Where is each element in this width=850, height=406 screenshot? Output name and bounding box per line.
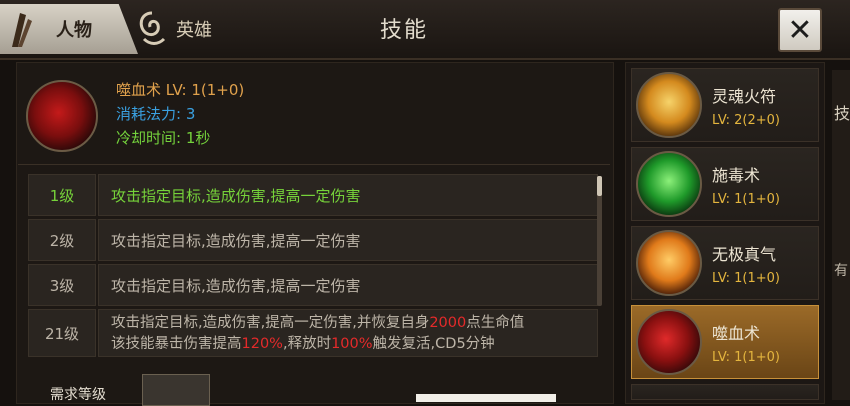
close-icon: ✕	[787, 12, 813, 48]
blood-drain-icon	[636, 309, 702, 375]
brush-icon	[12, 13, 32, 47]
tab-hero[interactable]: 英雄	[134, 6, 212, 52]
side-edge-char: 有	[834, 263, 848, 279]
blood-drain-icon	[26, 80, 98, 152]
tab-people-label: 人物	[56, 20, 92, 41]
skill-slot-level: LV: 1(1+0)	[712, 350, 781, 365]
level-desc-line1: 攻击指定目标,造成伤害,提高一定伤害,并恢复自身2000点生命值	[111, 315, 525, 331]
level-desc: 攻击指定目标,造成伤害,提高一定伤害,并恢复自身2000点生命值 该技能暴击伤害…	[98, 309, 598, 357]
skill-slot[interactable]: 无极真气 LV: 1(1+0)	[631, 226, 819, 300]
poison-icon	[636, 151, 702, 217]
side-edge-char: 技	[834, 104, 850, 123]
skill-slot-level: LV: 1(1+0)	[712, 271, 781, 286]
skill-slot[interactable]	[631, 384, 819, 400]
level-list[interactable]: 1级 攻击指定目标,造成伤害,提高一定伤害 2级 攻击指定目标,造成伤害,提高一…	[28, 174, 598, 360]
tab-hero-label: 英雄	[176, 20, 212, 41]
skill-slot-name: 施毒术	[712, 166, 761, 185]
level-desc: 攻击指定目标,造成伤害,提高一定伤害	[98, 264, 598, 306]
level-row: 3级 攻击指定目标,造成伤害,提高一定伤害	[28, 264, 598, 306]
scrollbar-thumb[interactable]	[597, 176, 602, 196]
requirement-item-icon	[142, 374, 210, 406]
requirement-bar	[416, 394, 556, 402]
level-desc-line2: 该技能暴击伤害提高120%,释放时100%触发复活,CD5分钟	[111, 336, 495, 352]
side-edge: 技 有	[832, 70, 850, 400]
level-row: 1级 攻击指定目标,造成伤害,提高一定伤害	[28, 174, 598, 216]
tab-people[interactable]: 人物	[0, 4, 138, 54]
level-row: 2级 攻击指定目标,造成伤害,提高一定伤害	[28, 219, 598, 261]
level-desc: 攻击指定目标,造成伤害,提高一定伤害	[98, 174, 598, 216]
requirement-label: 需求等级	[50, 387, 106, 403]
page-title: 技能	[380, 18, 429, 43]
level-label: 3级	[28, 264, 96, 306]
taiji-energy-icon	[636, 230, 702, 296]
level-label: 2级	[28, 219, 96, 261]
level-label: 1级	[28, 174, 96, 216]
skill-slot-name: 无极真气	[712, 245, 777, 264]
skill-slot-level: LV: 2(2+0)	[712, 113, 781, 128]
fire-talisman-icon	[636, 72, 702, 138]
skill-slot[interactable]: 噬血术 LV: 1(1+0)	[631, 305, 819, 379]
skill-slot-name: 灵魂火符	[712, 87, 777, 106]
level-desc: 攻击指定目标,造成伤害,提高一定伤害	[98, 219, 598, 261]
level-row: 21级 攻击指定目标,造成伤害,提高一定伤害,并恢复自身2000点生命值 该技能…	[28, 309, 598, 357]
close-button[interactable]: ✕	[778, 8, 822, 52]
skill-mana-cost: 消耗法力: 3	[116, 105, 196, 123]
skill-slot-name: 噬血术	[712, 324, 761, 343]
skill-slot[interactable]: 灵魂火符 LV: 2(2+0)	[631, 68, 819, 142]
divider	[18, 164, 610, 165]
skill-name-level: 噬血术 LV: 1(1+0)	[116, 81, 245, 99]
skill-info: 噬血术 LV: 1(1+0) 消耗法力: 3 冷却时间: 1秒	[116, 78, 244, 150]
skill-slot-level: LV: 1(1+0)	[712, 192, 781, 207]
hero-emblem-icon	[139, 11, 166, 45]
skill-cooldown: 冷却时间: 1秒	[116, 129, 211, 147]
level-label: 21级	[28, 309, 96, 357]
skill-slot[interactable]: 施毒术 LV: 1(1+0)	[631, 147, 819, 221]
